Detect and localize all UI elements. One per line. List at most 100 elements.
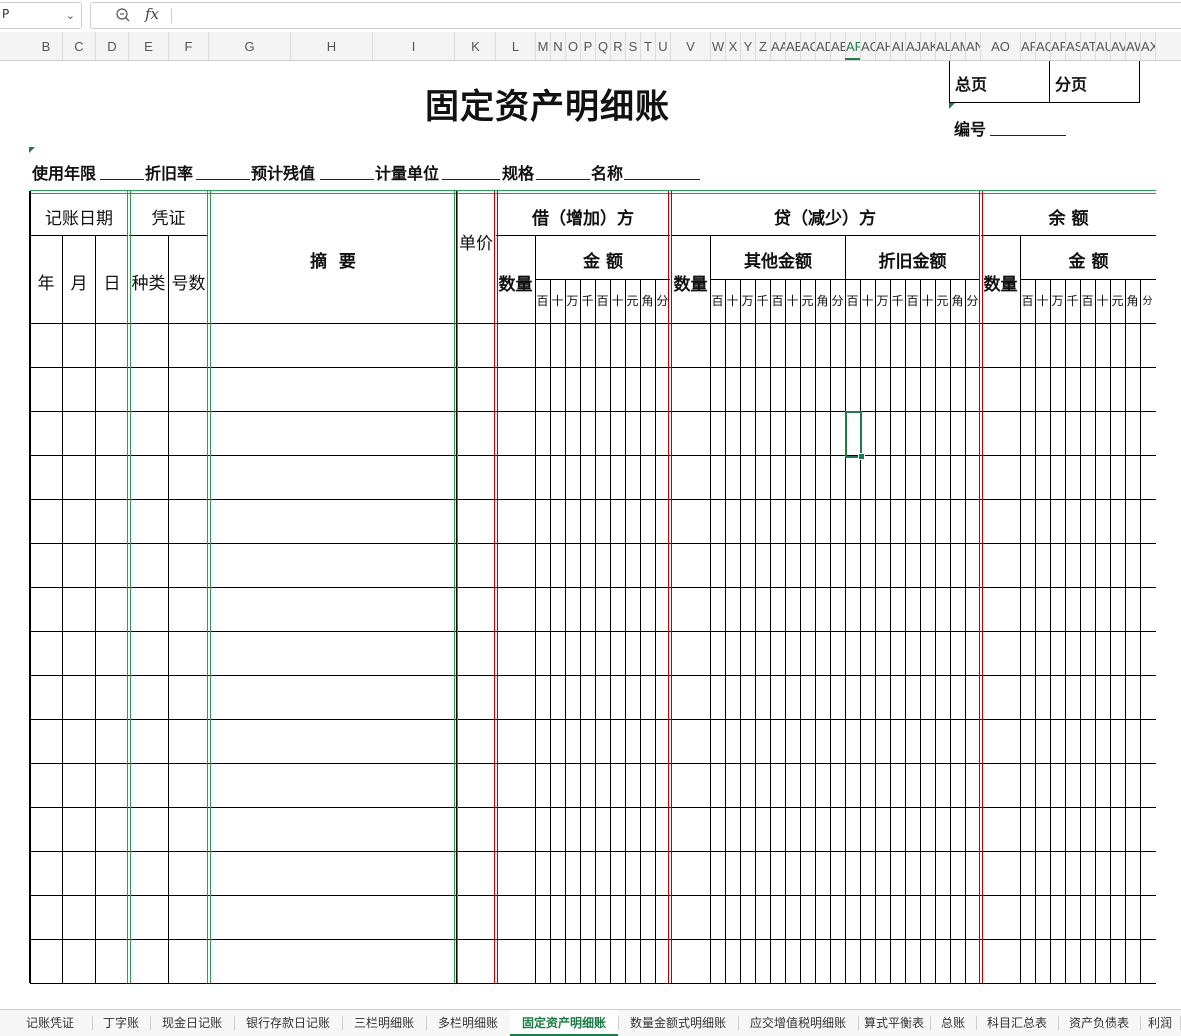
fx-icon[interactable]: fx xyxy=(145,5,159,23)
other-digit-label: 十 xyxy=(726,294,739,308)
column-header-z[interactable]: Z xyxy=(756,32,771,60)
sheet-tab[interactable]: 应交增值税明细账 xyxy=(738,1010,858,1036)
sheet-tab[interactable]: 丁字账 xyxy=(92,1010,150,1036)
debit-digit-label: 百 xyxy=(596,294,609,308)
column-header-aw[interactable]: AW xyxy=(1126,32,1141,60)
debit-qty-header: 数量 xyxy=(498,275,533,295)
green-divider xyxy=(130,191,131,983)
digit-line xyxy=(875,279,876,983)
zoom-icon[interactable] xyxy=(115,7,131,27)
column-header-ad[interactable]: AD xyxy=(816,32,831,60)
column-header-t[interactable]: T xyxy=(641,32,656,60)
column-header-b[interactable]: B xyxy=(30,32,63,60)
sheet-tab[interactable]: 总账 xyxy=(930,1010,976,1036)
worksheet[interactable]: 固定资产明细账 总页 分页 编号 使用年限 折旧率 预计残值 计量单位 规格 名… xyxy=(0,61,1181,1009)
column-header-p[interactable]: P xyxy=(581,32,596,60)
column-header-ao[interactable]: AO xyxy=(981,32,1021,60)
unit-underline xyxy=(442,179,500,180)
column-header-c[interactable]: C xyxy=(63,32,96,60)
column-header-au[interactable]: AU xyxy=(1096,32,1111,60)
sheet-tab[interactable]: 利润 xyxy=(1140,1010,1180,1036)
column-header-k[interactable]: K xyxy=(456,32,496,60)
column-header-n[interactable]: N xyxy=(551,32,566,60)
column-header-x[interactable]: X xyxy=(726,32,741,60)
column-header-al[interactable]: AL xyxy=(936,32,951,60)
column-header-r[interactable]: R xyxy=(611,32,626,60)
column-header-ap[interactable]: AP xyxy=(1021,32,1036,60)
column-header-as[interactable]: AS xyxy=(1066,32,1081,60)
column-header-ag[interactable]: AG xyxy=(861,32,876,60)
sheet-tab[interactable]: 银行存款日记账 xyxy=(234,1010,342,1036)
digit-line xyxy=(550,279,551,983)
name-underline xyxy=(624,179,700,180)
column-header-ah[interactable]: AH xyxy=(876,32,891,60)
column-header-e[interactable]: E xyxy=(129,32,169,60)
column-line xyxy=(30,191,31,983)
column-header-aq[interactable]: AQ xyxy=(1036,32,1051,60)
cell-comment-marker xyxy=(29,147,35,153)
selected-cell[interactable] xyxy=(845,411,862,458)
dep-digit-label: 元 xyxy=(936,294,949,308)
voucher-type-header: 种类 xyxy=(131,274,166,294)
column-header-v[interactable]: V xyxy=(671,32,711,60)
column-header-ac[interactable]: AC xyxy=(801,32,816,60)
column-header-an[interactable]: AN xyxy=(966,32,981,60)
column-header-ar[interactable]: AR xyxy=(1051,32,1066,60)
column-header-ax[interactable]: AX xyxy=(1141,32,1156,60)
spec-underline xyxy=(536,179,590,180)
debit-digit-label: 分 xyxy=(656,294,669,308)
fill-handle[interactable] xyxy=(858,453,865,460)
digit-line xyxy=(1125,279,1126,983)
column-header-am[interactable]: AM xyxy=(951,32,966,60)
formula-input[interactable]: fx xyxy=(90,2,1181,29)
row-line xyxy=(30,851,1156,852)
column-header-w[interactable]: W xyxy=(711,32,726,60)
column-header-o[interactable]: O xyxy=(566,32,581,60)
digit-line xyxy=(860,279,861,983)
column-header-ab[interactable]: AB xyxy=(786,32,801,60)
column-header-aj[interactable]: AJ xyxy=(906,32,921,60)
sheet-tab[interactable]: 记账凭证 xyxy=(8,1010,92,1036)
chevron-down-icon[interactable]: ⌄ xyxy=(66,9,75,22)
column-header-q[interactable]: Q xyxy=(596,32,611,60)
grid-line xyxy=(30,235,128,236)
date-header: 记账日期 xyxy=(45,209,113,229)
column-header-d[interactable]: D xyxy=(96,32,129,60)
column-header-u[interactable]: U xyxy=(656,32,671,60)
debit-digit-label: 十 xyxy=(551,294,564,308)
column-header-af[interactable]: AF xyxy=(846,32,861,60)
digit-line xyxy=(770,279,771,983)
day-header: 日 xyxy=(103,274,121,294)
column-header-at[interactable]: AT xyxy=(1081,32,1096,60)
column-header-ak[interactable]: AK xyxy=(921,32,936,60)
column-header-y[interactable]: Y xyxy=(741,32,756,60)
name-box[interactable]: P ⌄ xyxy=(0,2,82,29)
column-header-av[interactable]: AV xyxy=(1111,32,1126,60)
sheet-tab[interactable]: 固定资产明细账 xyxy=(510,1010,618,1036)
sheet-tab[interactable]: 多栏明细账 xyxy=(426,1010,510,1036)
total-page-label: 总页 xyxy=(955,75,988,94)
balance-digit-label: 万 xyxy=(1051,294,1064,308)
balance-qty-header: 数量 xyxy=(983,275,1018,295)
column-header-s[interactable]: S xyxy=(626,32,641,60)
sheet-tab[interactable]: 现金日记账 xyxy=(150,1010,234,1036)
column-header-l[interactable]: L xyxy=(496,32,536,60)
column-header-i[interactable]: I xyxy=(373,32,455,60)
sheet-tab[interactable]: 科目汇总表 xyxy=(976,1010,1058,1036)
digit-line xyxy=(1080,279,1081,983)
column-header-ai[interactable]: AI xyxy=(891,32,906,60)
column-header-f[interactable]: F xyxy=(169,32,209,60)
column-header-h[interactable]: H xyxy=(291,32,373,60)
sheet-tab[interactable]: 三栏明细账 xyxy=(342,1010,426,1036)
sheet-tab[interactable]: 数量金额式明细账 xyxy=(618,1010,738,1036)
dep-digit-label: 千 xyxy=(891,294,904,308)
column-header-ae[interactable]: AE xyxy=(831,32,846,60)
column-header-g[interactable]: G xyxy=(209,32,291,60)
column-header-aa[interactable]: AA xyxy=(771,32,786,60)
sheet-tab[interactable]: 资产负债表 xyxy=(1058,1010,1140,1036)
digit-line xyxy=(950,279,951,983)
red-divider xyxy=(671,191,672,983)
balance-digit-label: 元 xyxy=(1111,294,1124,308)
column-header-m[interactable]: M xyxy=(536,32,551,60)
sheet-tab[interactable]: 算式平衡表 xyxy=(858,1010,930,1036)
